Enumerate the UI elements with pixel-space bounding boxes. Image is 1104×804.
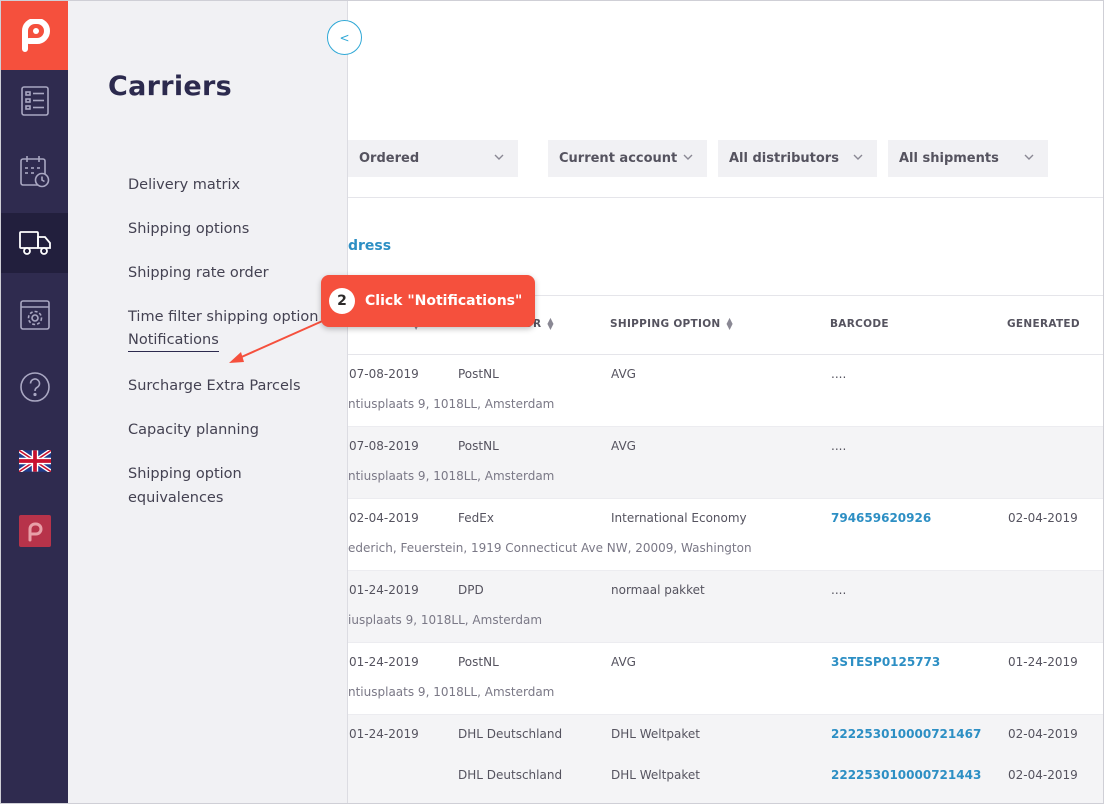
cell-ordered: 07-08-2019 xyxy=(349,439,419,453)
filter-label: All distributors xyxy=(729,151,839,166)
parcel-logo-icon[interactable] xyxy=(1,1,68,70)
cell-address: iusplaats 9, 1018LL, Amsterdam xyxy=(348,613,543,627)
filter-label: All shipments xyxy=(899,151,999,166)
cell-distributor: PostNL xyxy=(458,367,499,381)
submenu-item-time-filter[interactable]: Time filter shipping option xyxy=(128,305,328,329)
chevron-down-icon xyxy=(683,154,693,160)
app-window: Carriers Delivery matrix Shipping option… xyxy=(0,0,1104,804)
cell-address: ntiusplaats 9, 1018LL, Amsterdam xyxy=(348,685,555,699)
filter-label: Ordered xyxy=(359,151,420,166)
submenu-item-surcharge-extra-parcels[interactable]: Surcharge Extra Parcels xyxy=(128,374,328,398)
divider xyxy=(348,197,1103,198)
cell-shipping-option: normaal pakket xyxy=(611,583,705,597)
main-content: Ordered Current account All distributors… xyxy=(348,1,1103,803)
chevron-down-icon xyxy=(1024,154,1034,160)
cell-generated: 02-04-2019 xyxy=(1008,511,1078,525)
cell-barcode-link[interactable]: 222253010000721443 xyxy=(831,768,981,782)
cell-barcode: .... xyxy=(831,367,847,381)
table-row[interactable]: 07-08-2019 PostNL AVG .... ntiusplaats 9… xyxy=(348,355,1103,427)
table-row[interactable]: 01-24-2019 DPD normaal pakket .... iuspl… xyxy=(348,571,1103,643)
step-number-badge: 2 xyxy=(329,288,355,314)
table-row[interactable]: 01-24-2019 DHL Deutschland DHL Weltpaket… xyxy=(348,715,1103,803)
submenu-title: Carriers xyxy=(108,71,233,102)
cell-shipping-option: AVG xyxy=(611,439,636,453)
chevron-down-icon xyxy=(494,154,504,160)
cell-distributor: DHL Deutschland xyxy=(458,768,563,782)
submenu-item-notifications[interactable]: Notifications xyxy=(128,329,219,352)
column-header-barcode: BARCODE xyxy=(830,318,889,330)
column-header-generated: GENERATED xyxy=(1007,318,1080,330)
uk-flag-icon[interactable] xyxy=(1,431,68,491)
cell-address: ederich, Feuerstein, 1919 Connecticut Av… xyxy=(348,541,752,555)
cell-ordered: 01-24-2019 xyxy=(349,655,419,669)
submenu-item-shipping-rate-order[interactable]: Shipping rate order xyxy=(128,261,328,285)
cell-barcode-link[interactable]: 222253010000721467 xyxy=(831,727,981,741)
cell-shipping-option: AVG xyxy=(611,655,636,669)
orders-list-icon[interactable] xyxy=(1,71,68,131)
ordered-filter-dropdown[interactable]: Ordered xyxy=(348,140,518,177)
cell-distributor: FedEx xyxy=(458,511,494,525)
tutorial-callout: 2 Click "Notifications" xyxy=(321,275,535,327)
column-header-shipping-option[interactable]: SHIPPING OPTION ▲ ▼ xyxy=(610,317,733,331)
cell-shipping-option: DHL Weltpaket xyxy=(611,727,700,741)
callout-text: Click "Notifications" xyxy=(365,293,523,309)
cell-shipping-option: AVG xyxy=(611,367,636,381)
cell-shipping-option: DHL Weltpaket xyxy=(611,768,700,782)
address-link[interactable]: dress xyxy=(348,238,391,254)
carriers-submenu: Carriers Delivery matrix Shipping option… xyxy=(68,1,348,803)
parcel-small-logo-icon[interactable] xyxy=(1,501,68,561)
cell-distributor: DHL Deutschland xyxy=(458,727,563,741)
cell-address: ntiusplaats 9, 1018LL, Amsterdam xyxy=(348,469,555,483)
collapse-submenu-button[interactable]: < xyxy=(327,20,362,55)
cell-barcode-link[interactable]: 794659620926 xyxy=(831,511,931,525)
distributor-filter-dropdown[interactable]: All distributors xyxy=(718,140,877,177)
settings-window-icon[interactable] xyxy=(1,285,68,345)
cell-ordered: 01-24-2019 xyxy=(349,583,419,597)
filter-bar: Ordered Current account All distributors… xyxy=(348,140,1103,177)
cell-distributor: PostNL xyxy=(458,439,499,453)
calendar-clock-icon[interactable] xyxy=(1,142,68,202)
cell-barcode: .... xyxy=(831,439,847,453)
cell-address: ntiusplaats 9, 1018LL, Amsterdam xyxy=(348,397,555,411)
cell-ordered: 02-04-2019 xyxy=(349,511,419,525)
chevron-down-icon xyxy=(853,154,863,160)
cell-barcode: .... xyxy=(831,583,847,597)
account-filter-dropdown[interactable]: Current account xyxy=(548,140,707,177)
cell-ordered: 07-08-2019 xyxy=(349,367,419,381)
help-icon[interactable] xyxy=(1,357,68,417)
main-nav-rail xyxy=(1,1,68,803)
filter-label: Current account xyxy=(559,151,678,166)
submenu-item-shipping-option-equivalences[interactable]: Shipping option equivalences xyxy=(128,462,328,510)
submenu-list: Delivery matrix Shipping options Shippin… xyxy=(128,173,328,510)
cell-ordered: 01-24-2019 xyxy=(349,727,419,741)
cell-distributor: PostNL xyxy=(458,655,499,669)
cell-barcode-link[interactable]: 3STESP0125773 xyxy=(831,655,940,669)
cell-shipping-option: International Economy xyxy=(611,511,747,525)
submenu-item-capacity-planning[interactable]: Capacity planning xyxy=(128,418,328,442)
submenu-item-delivery-matrix[interactable]: Delivery matrix xyxy=(128,173,328,197)
cell-distributor: DPD xyxy=(458,583,484,597)
table-row[interactable]: 01-24-2019 PostNL AVG 3STESP0125773 01-2… xyxy=(348,643,1103,715)
cell-generated: 02-04-2019 xyxy=(1008,727,1078,741)
table-row[interactable]: 02-04-2019 FedEx International Economy 7… xyxy=(348,499,1103,571)
cell-generated: 01-24-2019 xyxy=(1008,655,1078,669)
cell-generated: 02-04-2019 xyxy=(1008,768,1078,782)
submenu-item-shipping-options[interactable]: Shipping options xyxy=(128,217,328,241)
shipments-filter-dropdown[interactable]: All shipments xyxy=(888,140,1048,177)
truck-icon[interactable] xyxy=(1,213,68,273)
table-row[interactable]: 07-08-2019 PostNL AVG .... ntiusplaats 9… xyxy=(348,427,1103,499)
